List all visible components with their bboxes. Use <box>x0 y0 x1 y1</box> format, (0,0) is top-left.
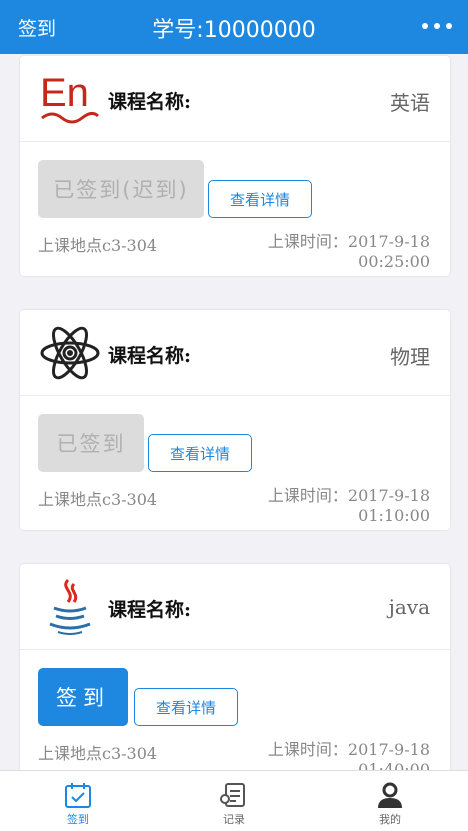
tab-profile[interactable]: 我的 <box>312 771 468 831</box>
atom-physics-icon <box>40 326 100 380</box>
english-en-icon: En <box>40 71 100 124</box>
record-list-icon <box>220 783 245 807</box>
course-name: java <box>388 595 430 619</box>
class-date: 上课时间：2017-9-18 <box>267 740 430 759</box>
view-details-button[interactable]: 查看详情 <box>148 434 252 472</box>
tab-label: 我的 <box>379 813 401 826</box>
class-clock: 01:10:00 <box>358 506 430 525</box>
java-coffee-icon <box>49 578 91 635</box>
course-card-english: En 课程名称: 英语 已签到(迟到) 查看详情 上课地点c3-304 上课时间… <box>20 56 450 276</box>
tab-records[interactable]: 记录 <box>156 771 312 831</box>
class-time: 上课时间：2017-9-18 00:25:00 <box>268 232 430 272</box>
page-title: 学号:10000000 <box>152 18 316 43</box>
course-name: 物理 <box>390 345 430 369</box>
svg-text:En: En <box>40 71 89 115</box>
course-label: 课程名称: <box>108 345 192 367</box>
view-details-button[interactable]: 查看详情 <box>208 180 312 218</box>
course-list[interactable]: En 课程名称: 英语 已签到(迟到) 查看详情 上课地点c3-304 上课时间… <box>0 54 468 770</box>
course-label: 课程名称: <box>108 599 192 621</box>
check-in-button[interactable]: 签到 <box>38 668 128 726</box>
sign-status-button: 已签到 <box>38 414 144 472</box>
class-date: 上课时间：2017-9-18 <box>267 232 430 251</box>
sign-status-button: 已签到(迟到) <box>38 160 204 218</box>
class-clock: 01:40:00 <box>358 760 430 770</box>
tab-label: 记录 <box>223 813 245 826</box>
tab-checkin[interactable]: 签到 <box>0 771 156 831</box>
course-card-header: 课程名称: 物理 <box>20 310 450 396</box>
class-time: 上课时间：2017-9-18 01:40:00 <box>268 740 430 770</box>
course-card-header: 课程名称: java <box>20 564 450 650</box>
top-bar: 签到 学号:10000000 <box>0 0 468 54</box>
user-profile-icon <box>378 782 402 808</box>
class-location: 上课地点c3-304 <box>38 236 158 255</box>
calendar-check-icon <box>65 783 91 808</box>
class-location: 上课地点c3-304 <box>38 744 158 763</box>
class-location: 上课地点c3-304 <box>38 490 158 509</box>
class-clock: 00:25:00 <box>358 252 430 271</box>
bottom-tab-bar: 签到 记录 我的 <box>0 770 468 831</box>
course-card-header: En 课程名称: 英语 <box>20 56 450 142</box>
course-label: 课程名称: <box>108 91 192 113</box>
tab-label: 签到 <box>67 813 89 826</box>
more-dots-icon[interactable] <box>422 14 452 38</box>
class-time: 上课时间：2017-9-18 01:10:00 <box>268 486 430 526</box>
view-details-button[interactable]: 查看详情 <box>134 688 238 726</box>
class-date: 上课时间：2017-9-18 <box>267 486 430 505</box>
course-card-java: 课程名称: java 签到 查看详情 上课地点c3-304 上课时间：2017-… <box>20 564 450 770</box>
course-name: 英语 <box>390 91 430 115</box>
course-card-physics: 课程名称: 物理 已签到 查看详情 上课地点c3-304 上课时间：2017-9… <box>20 310 450 530</box>
